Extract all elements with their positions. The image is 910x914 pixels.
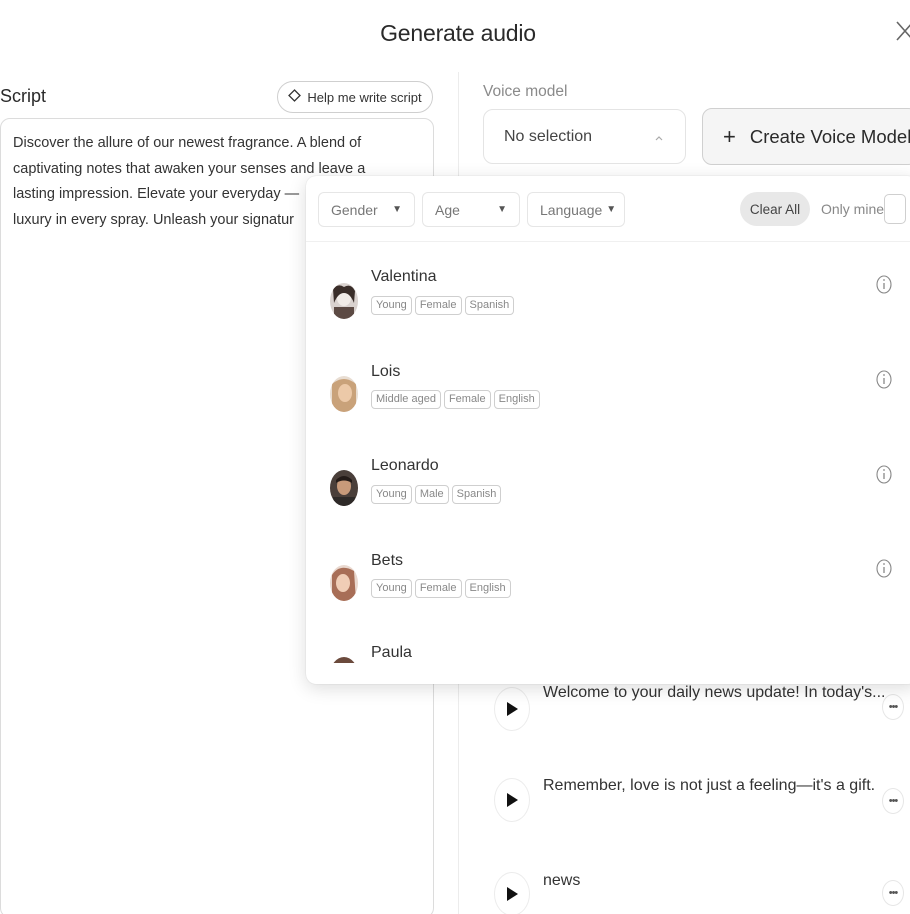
plus-icon: + (723, 123, 736, 149)
diamond-sparkle-icon (288, 89, 302, 105)
play-button[interactable] (494, 778, 530, 822)
avatar (330, 657, 358, 663)
help-me-write-script-button[interactable]: Help me write script (277, 81, 433, 113)
caret-down-icon: ▼ (392, 204, 402, 215)
create-voice-model-label: Create Voice Model (749, 125, 910, 147)
avatar (330, 376, 358, 412)
voice-tag: Young (371, 296, 412, 315)
history-text: Remember, love is not just a feeling—it'… (543, 777, 876, 794)
age-filter-label: Age (435, 201, 460, 218)
voice-tags: Middle aged Female English (371, 390, 540, 409)
history-item[interactable]: Remember, love is not just a feeling—it'… (494, 777, 910, 838)
play-button[interactable] (494, 687, 530, 731)
age-filter[interactable]: Age ▼ (422, 192, 520, 227)
history-text: news (543, 872, 581, 889)
script-line: Discover the allure of our newest fragra… (13, 135, 362, 151)
gender-filter-label: Gender (331, 201, 378, 218)
more-options-icon[interactable]: ••• (882, 788, 904, 814)
voice-model-selected-value: No selection (504, 127, 593, 145)
info-icon[interactable] (876, 559, 892, 578)
voice-tags: Young Female English (371, 579, 511, 598)
clear-all-button[interactable]: Clear All (740, 192, 810, 226)
voice-tag: Young (371, 579, 412, 598)
caret-down-icon: ▼ (606, 204, 617, 215)
voice-item-paula[interactable]: Paula (306, 644, 910, 663)
close-icon[interactable] (894, 18, 910, 44)
voice-tag: Spanish (451, 485, 502, 504)
history-item[interactable]: Welcome to your daily news update! In to… (494, 684, 910, 744)
language-filter[interactable]: Language ▼ (527, 192, 625, 227)
filter-bar: Gender ▼ Age ▼ Language ▼ Clear All Only… (306, 176, 910, 242)
voice-tag: Female (443, 390, 491, 409)
voice-model-label: Voice model (483, 83, 568, 100)
chevron-up-icon (653, 131, 665, 143)
language-filter-label: Language (540, 201, 603, 218)
voice-list: Valentina Young Female Spanish Lois Midd… (306, 243, 910, 663)
voice-tags: Young Female Spanish (371, 296, 515, 315)
avatar (330, 565, 358, 601)
play-icon (507, 887, 518, 901)
avatar (330, 283, 358, 319)
voice-picker-dropdown: Gender ▼ Age ▼ Language ▼ Clear All Only… (306, 176, 910, 684)
history-item[interactable]: news ••• (494, 872, 910, 914)
more-options-icon[interactable]: ••• (882, 880, 904, 906)
script-label: Script (0, 86, 47, 106)
voice-tag: English (464, 579, 511, 598)
dialog-title: Generate audio (380, 20, 536, 46)
info-icon[interactable] (876, 370, 892, 389)
voice-item-lois[interactable]: Lois Middle aged Female English (306, 363, 910, 457)
voice-tags: Young Male Spanish (371, 485, 502, 504)
voice-name: Leonardo (371, 457, 439, 474)
info-icon[interactable] (876, 465, 892, 484)
only-mine-checkbox[interactable] (884, 194, 906, 224)
voice-model-select[interactable]: No selection (483, 109, 686, 164)
voice-tag: Male (414, 485, 449, 504)
only-mine-label: Only mine (821, 201, 885, 217)
voice-tag: Young (371, 485, 412, 504)
history-text: Welcome to your daily news update! In to… (543, 684, 886, 701)
caret-down-icon: ▼ (497, 204, 507, 215)
voice-tag: Middle aged (371, 390, 441, 409)
play-icon (507, 793, 518, 807)
voice-item-leonardo[interactable]: Leonardo Young Male Spanish (306, 457, 910, 551)
voice-tag: Female (414, 579, 462, 598)
voice-item-valentina[interactable]: Valentina Young Female Spanish (306, 268, 910, 362)
voice-item-bets[interactable]: Bets Young Female English (306, 552, 910, 646)
voice-tag: Female (414, 296, 462, 315)
info-icon[interactable] (876, 275, 892, 294)
play-button[interactable] (494, 872, 530, 914)
gender-filter[interactable]: Gender ▼ (318, 192, 415, 227)
more-options-icon[interactable]: ••• (882, 694, 904, 720)
voice-name: Valentina (371, 268, 437, 285)
voice-tag: English (493, 390, 540, 409)
play-icon (507, 702, 518, 716)
voice-name: Paula (371, 644, 412, 661)
create-voice-model-button[interactable]: + Create Voice Model (702, 108, 910, 165)
avatar (330, 470, 358, 506)
voice-name: Bets (371, 552, 404, 569)
voice-tag: Spanish (464, 296, 515, 315)
help-button-label: Help me write script (307, 89, 422, 105)
voice-name: Lois (371, 363, 401, 380)
